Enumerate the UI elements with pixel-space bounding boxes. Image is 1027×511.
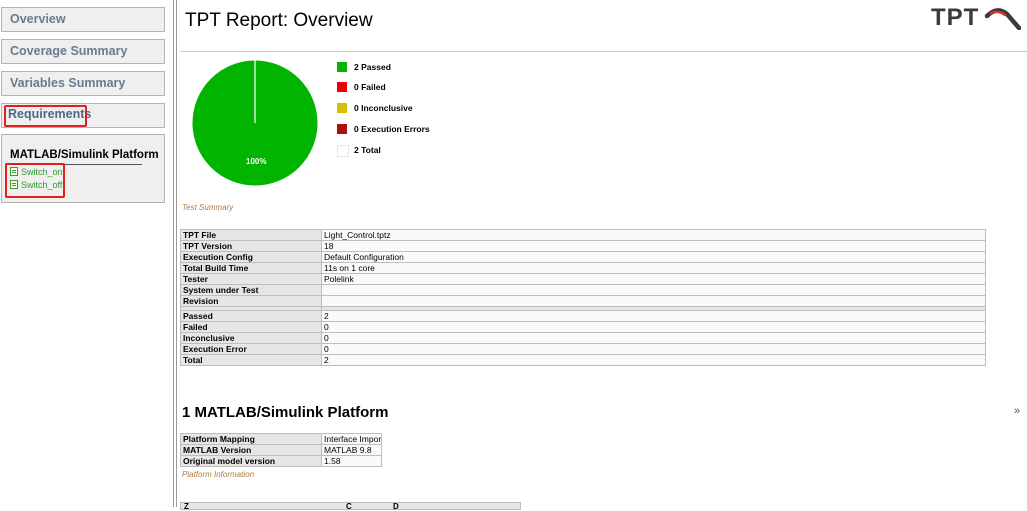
legend-count: 0 xyxy=(354,124,359,134)
row-key: Total xyxy=(180,354,322,366)
table-row: Inconclusive 0 xyxy=(180,332,986,344)
row-key: Passed xyxy=(180,310,322,322)
table-row: TPT File Light_Control.tptz xyxy=(180,229,986,241)
tpt-logo: TPT xyxy=(931,4,1021,30)
legend-swatch-failed xyxy=(337,82,347,92)
row-value: 18 xyxy=(321,240,986,252)
table-row: Revision xyxy=(180,295,986,307)
table-row: MATLAB Version MATLAB 9.8 xyxy=(180,444,382,456)
nav-coverage-summary-label: Coverage Summary xyxy=(10,44,128,58)
table-row: System under Test xyxy=(180,284,986,296)
legend-swatch-passed xyxy=(337,62,347,72)
legend-swatch-execution-errors xyxy=(337,124,347,134)
row-value: 11s on 1 core xyxy=(321,262,986,274)
row-key: Execution Error xyxy=(180,343,322,355)
table-row: Passed 2 xyxy=(180,310,986,322)
row-value: 0 xyxy=(321,343,986,355)
legend-count: 2 xyxy=(354,62,359,72)
legend-label: Total xyxy=(361,145,381,155)
row-value xyxy=(321,295,986,307)
row-value: 1.58 xyxy=(321,455,382,467)
section-title: 1 MATLAB/Simulink Platform xyxy=(182,404,389,421)
row-key: System under Test xyxy=(180,284,322,296)
row-value xyxy=(321,284,986,296)
platform-info-caption: Platform Information xyxy=(182,470,255,479)
legend-count: 0 xyxy=(354,103,359,113)
row-key: Total Build Time xyxy=(180,262,322,274)
requirements-highlight xyxy=(4,105,87,127)
row-value: Default Configuration xyxy=(321,251,986,263)
legend-label: Passed xyxy=(361,62,391,72)
nav-variables-summary-label: Variables Summary xyxy=(10,76,126,90)
row-value: Interface Import xyxy=(321,433,382,445)
summary-table: TPT File Light_Control.tptz TPT Version 18… xyxy=(180,229,986,366)
row-value: 2 xyxy=(321,354,986,366)
header-divider xyxy=(180,51,1027,52)
legend-swatch-total xyxy=(337,145,349,157)
legend-label: Execution Errors xyxy=(361,124,430,134)
row-key: Original model version xyxy=(180,455,322,467)
logo-text: TPT xyxy=(931,4,979,30)
page-title: TPT Report: Overview xyxy=(185,10,373,31)
test-result-pie: 100% xyxy=(191,59,319,187)
platform-title: MATLAB/Simulink Platform xyxy=(10,149,159,161)
row-value: Polelink xyxy=(321,273,986,285)
test-summary-caption: Test Summary xyxy=(182,203,234,212)
row-key: Failed xyxy=(180,321,322,333)
legend-label: Failed xyxy=(361,82,386,92)
nav-coverage-summary[interactable]: Coverage Summary xyxy=(1,39,165,64)
nav-overview-label: Overview xyxy=(10,12,66,26)
row-value: 0 xyxy=(321,321,986,333)
table-row: Execution Config Default Configuration xyxy=(180,251,986,263)
row-key: TPT File xyxy=(180,229,322,241)
sidebar: Overview Coverage Summary Variables Summ… xyxy=(0,0,172,507)
nav-variables-summary[interactable]: Variables Summary xyxy=(1,71,165,96)
table-row: Total Build Time 11s on 1 core xyxy=(180,262,986,274)
table-row: Execution Error 0 xyxy=(180,343,986,355)
legend-label: Inconclusive xyxy=(361,103,413,113)
table-row: Failed 0 xyxy=(180,321,986,333)
row-value: MATLAB 9.8 xyxy=(321,444,382,456)
bottom-table-header: Z C D xyxy=(180,502,521,511)
row-key: TPT Version xyxy=(180,240,322,252)
table-row: Platform Mapping Interface Import xyxy=(180,433,382,445)
legend-swatch-inconclusive xyxy=(337,103,347,113)
table-row: TPT Version 18 xyxy=(180,240,986,252)
row-value: 0 xyxy=(321,332,986,344)
table-row: Tester Polelink xyxy=(180,273,986,285)
collapse-chevron-icon[interactable]: » xyxy=(1014,406,1020,417)
row-value: 2 xyxy=(321,310,986,322)
testcases-highlight xyxy=(5,163,65,198)
row-key: Revision xyxy=(180,295,322,307)
row-key: Platform Mapping xyxy=(180,433,322,445)
row-key: MATLAB Version xyxy=(180,444,322,456)
table-row: Total 2 xyxy=(180,354,986,366)
pie-percent-label: 100% xyxy=(246,157,266,166)
row-key: Inconclusive xyxy=(180,332,322,344)
row-key: Execution Config xyxy=(180,251,322,263)
frame-divider[interactable] xyxy=(173,0,177,507)
legend-count: 2 xyxy=(354,145,359,155)
row-key: Tester xyxy=(180,273,322,285)
legend-count: 0 xyxy=(354,82,359,92)
row-value: Light_Control.tptz xyxy=(321,229,986,241)
nav-overview[interactable]: Overview xyxy=(1,7,165,32)
table-row: Original model version 1.58 xyxy=(180,455,382,467)
platform-table: Platform Mapping Interface Import MATLAB … xyxy=(180,433,382,467)
